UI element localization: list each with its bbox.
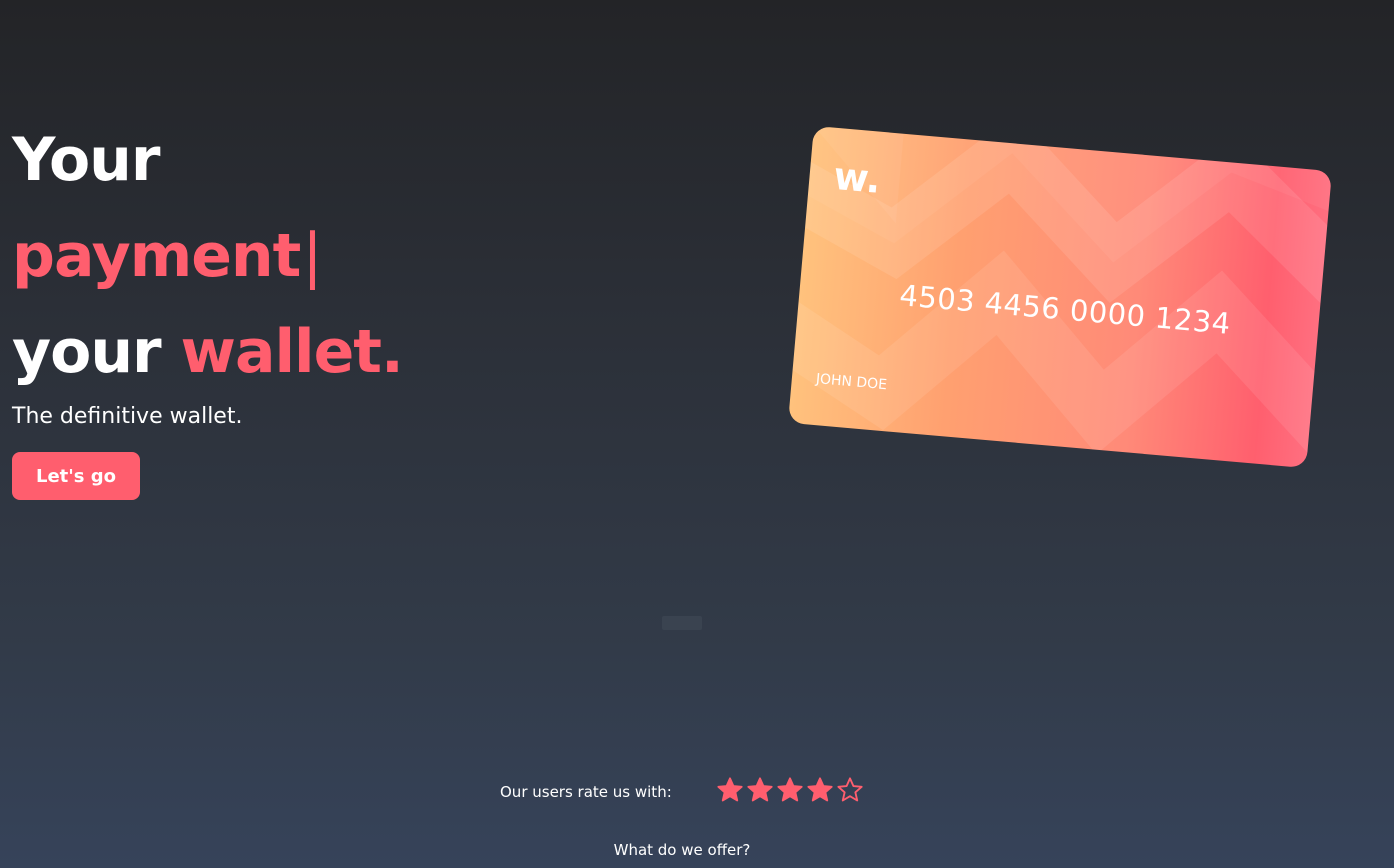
star-filled-icon xyxy=(747,777,773,802)
star-filled-icon xyxy=(807,777,833,802)
typing-cursor: | xyxy=(302,221,322,291)
hero-line-1: Your xyxy=(12,125,160,195)
user-rating: Our users rate us with: xyxy=(500,776,880,808)
card-logo: w. xyxy=(831,153,883,202)
offer-heading: What do we offer? xyxy=(613,841,751,859)
hero-line-2: payment| xyxy=(12,208,403,304)
star-filled-icon xyxy=(717,777,743,802)
rating-stars xyxy=(716,776,864,804)
hero-line-3: your wallet. xyxy=(12,304,404,400)
star-filled-icon xyxy=(777,777,803,802)
rating-label: Our users rate us with: xyxy=(500,783,672,801)
hero-title: Your payment| your wallet. xyxy=(12,112,404,400)
hero-line-3-white: your xyxy=(12,317,162,387)
credit-card: w. 4503 4456 0000 1234 JOHN DOE xyxy=(788,125,1332,469)
tagline: The definitive wallet. xyxy=(12,404,243,429)
star-empty-icon xyxy=(837,777,863,802)
typed-word: payment xyxy=(12,221,301,291)
credit-card-illustration: w. 4503 4456 0000 1234 JOHN DOE xyxy=(788,125,1332,469)
hero-line-3-accent: wallet. xyxy=(180,317,404,387)
loading-placeholder xyxy=(662,616,702,630)
lets-go-button[interactable]: Let's go xyxy=(12,452,140,500)
